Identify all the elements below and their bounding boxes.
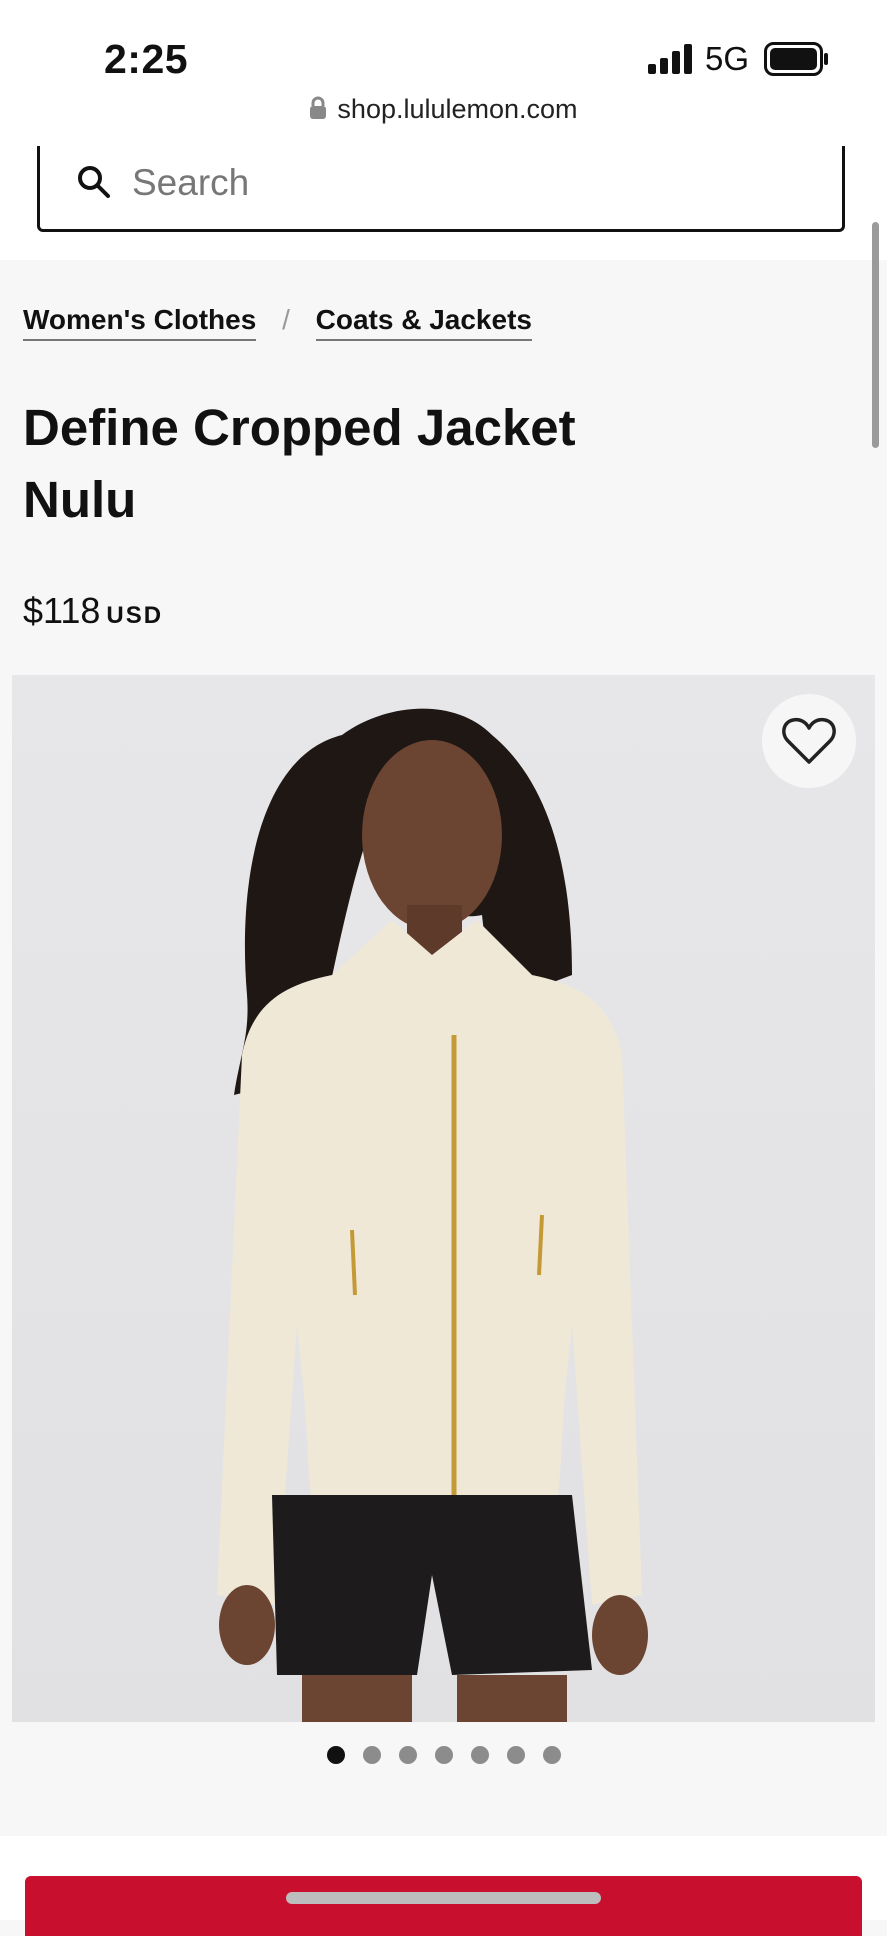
scrollbar[interactable]: [872, 222, 879, 448]
carousel-dot-5[interactable]: [470, 1746, 489, 1764]
product-title-line1: Define Cropped Jacket: [23, 399, 576, 456]
breadcrumb-womens-clothes[interactable]: Women's Clothes: [23, 304, 257, 341]
carousel-dot-3[interactable]: [398, 1746, 417, 1764]
carousel-dots: [0, 1746, 887, 1764]
breadcrumb: Women's Clothes / Coats & Jackets: [23, 304, 532, 341]
address-bar[interactable]: shop.lululemon.com: [0, 94, 887, 125]
lock-icon: [310, 96, 327, 119]
carousel-dot-7[interactable]: [542, 1746, 561, 1764]
product-price: $118 USD: [23, 590, 163, 632]
search-section: [0, 146, 887, 260]
network-type: 5G: [705, 40, 750, 77]
add-to-bag-button[interactable]: [25, 1876, 862, 1936]
product-title-line2: Nulu: [23, 471, 137, 528]
status-bar: 2:25 5G shop.lululemon.com: [0, 0, 887, 147]
status-time: 2:25: [104, 36, 189, 82]
carousel-dot-1[interactable]: [326, 1746, 345, 1764]
product-image[interactable]: [12, 675, 875, 1722]
url-text: shop.lululemon.com: [337, 94, 578, 124]
price-amount: $118: [23, 590, 101, 631]
breadcrumb-coats-jackets[interactable]: Coats & Jackets: [315, 304, 532, 341]
carousel-dot-6[interactable]: [506, 1746, 525, 1764]
price-currency: USD: [106, 602, 164, 629]
product-photo-illustration: [217, 708, 648, 1722]
carousel-dot-2[interactable]: [362, 1746, 381, 1764]
home-indicator[interactable]: [286, 1892, 601, 1904]
breadcrumb-separator: /: [282, 304, 290, 335]
wishlist-button[interactable]: [762, 694, 856, 788]
signal-icon: [648, 44, 692, 74]
carousel-dot-4[interactable]: [434, 1746, 453, 1764]
search-bar[interactable]: [37, 146, 845, 232]
battery-icon: [764, 42, 828, 76]
heart-icon: [782, 717, 836, 764]
search-icon: [78, 166, 110, 198]
search-input[interactable]: [130, 156, 814, 210]
product-title: Define Cropped Jacket Nulu: [23, 392, 623, 536]
